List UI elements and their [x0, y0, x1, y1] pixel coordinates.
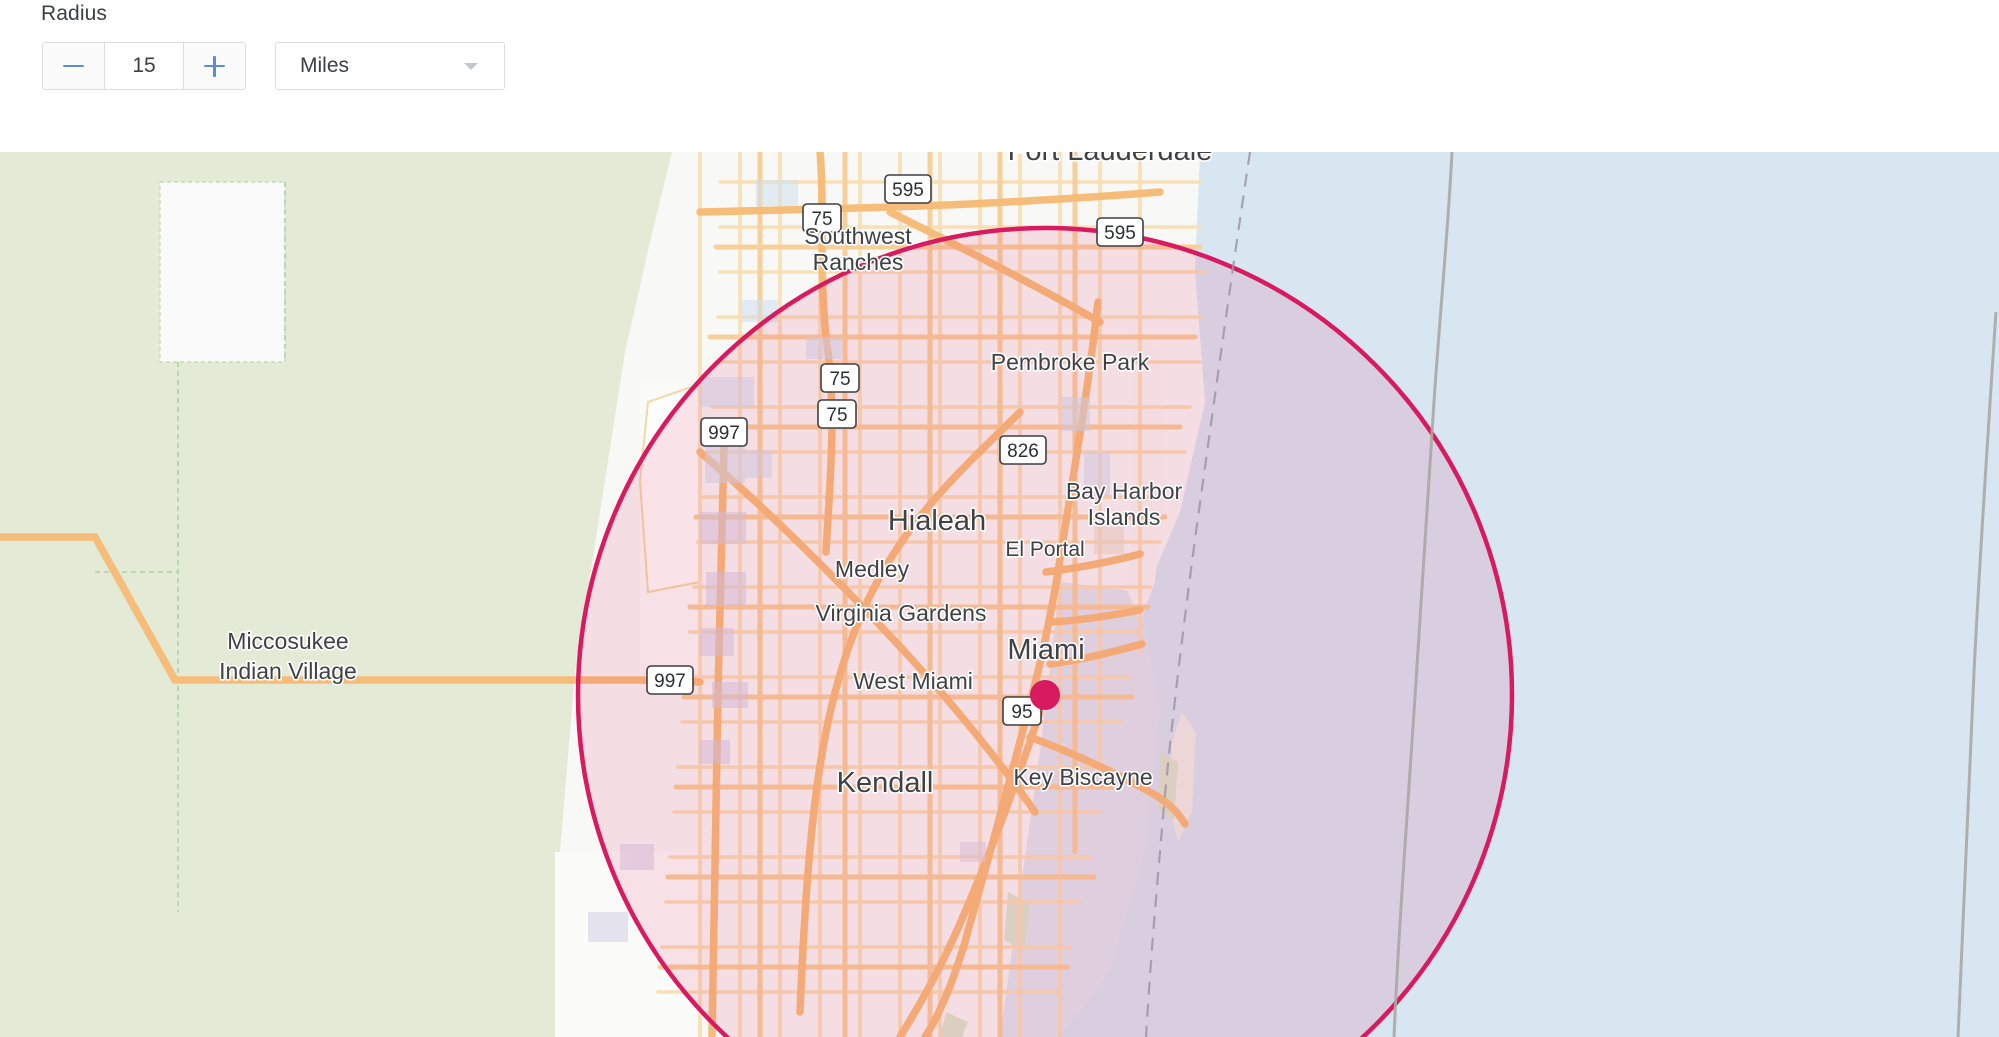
- place-label: Islands: [1088, 504, 1161, 530]
- place-label: Hialeah: [888, 505, 986, 537]
- place-label: West Miami: [853, 668, 973, 694]
- radius-unit-select[interactable]: Miles: [275, 42, 505, 90]
- place-label: Fort Lauderdale: [1008, 152, 1213, 167]
- chevron-down-icon: [464, 63, 478, 70]
- svg-text:595: 595: [1104, 223, 1136, 244]
- svg-text:95: 95: [1011, 702, 1032, 723]
- place-label: Miccosukee: [227, 628, 348, 654]
- svg-text:997: 997: [708, 423, 740, 444]
- svg-text:997: 997: [654, 671, 686, 692]
- radius-control-panel: Radius Miles: [0, 0, 1999, 152]
- agricultural-block: [159, 181, 286, 363]
- highway-shield: 75: [817, 399, 857, 429]
- highway-shield: 595: [1096, 217, 1144, 247]
- place-label: Medley: [835, 556, 910, 582]
- radius-stepper: [42, 42, 246, 90]
- highway-shield: 997: [700, 417, 748, 447]
- highway-shield: 595: [884, 174, 932, 204]
- radius-map[interactable]: 59575595757599782699795 Fort LauderdaleS…: [0, 152, 1999, 1037]
- place-label: Key Biscayne: [1013, 764, 1152, 790]
- place-label: Virginia Gardens: [816, 600, 987, 626]
- place-label: Kendall: [837, 767, 934, 799]
- radius-label: Radius: [41, 2, 107, 25]
- place-label: Bay Harbor: [1066, 478, 1183, 504]
- place-label: Southwest: [804, 223, 912, 249]
- radius-unit-value: Miles: [300, 54, 350, 77]
- svg-text:75: 75: [829, 369, 850, 390]
- decrement-radius-button[interactable]: [43, 43, 105, 89]
- plus-icon: [204, 55, 225, 77]
- highway-shield: 75: [820, 363, 860, 393]
- place-label: Indian Village: [219, 658, 357, 684]
- highway-shield: 997: [646, 665, 694, 695]
- radius-input[interactable]: [105, 43, 183, 89]
- minus-icon: [63, 64, 84, 68]
- place-label: El Portal: [1005, 538, 1084, 561]
- place-label: Ranches: [813, 249, 904, 275]
- map-pin-dot[interactable]: [1030, 680, 1060, 710]
- increment-radius-button[interactable]: [183, 43, 245, 89]
- svg-text:826: 826: [1007, 441, 1039, 462]
- highway-shield: 826: [999, 435, 1047, 465]
- svg-text:75: 75: [826, 405, 847, 426]
- svg-text:595: 595: [892, 180, 924, 201]
- place-label: Pembroke Park: [991, 349, 1150, 375]
- place-label: Miami: [1007, 634, 1084, 666]
